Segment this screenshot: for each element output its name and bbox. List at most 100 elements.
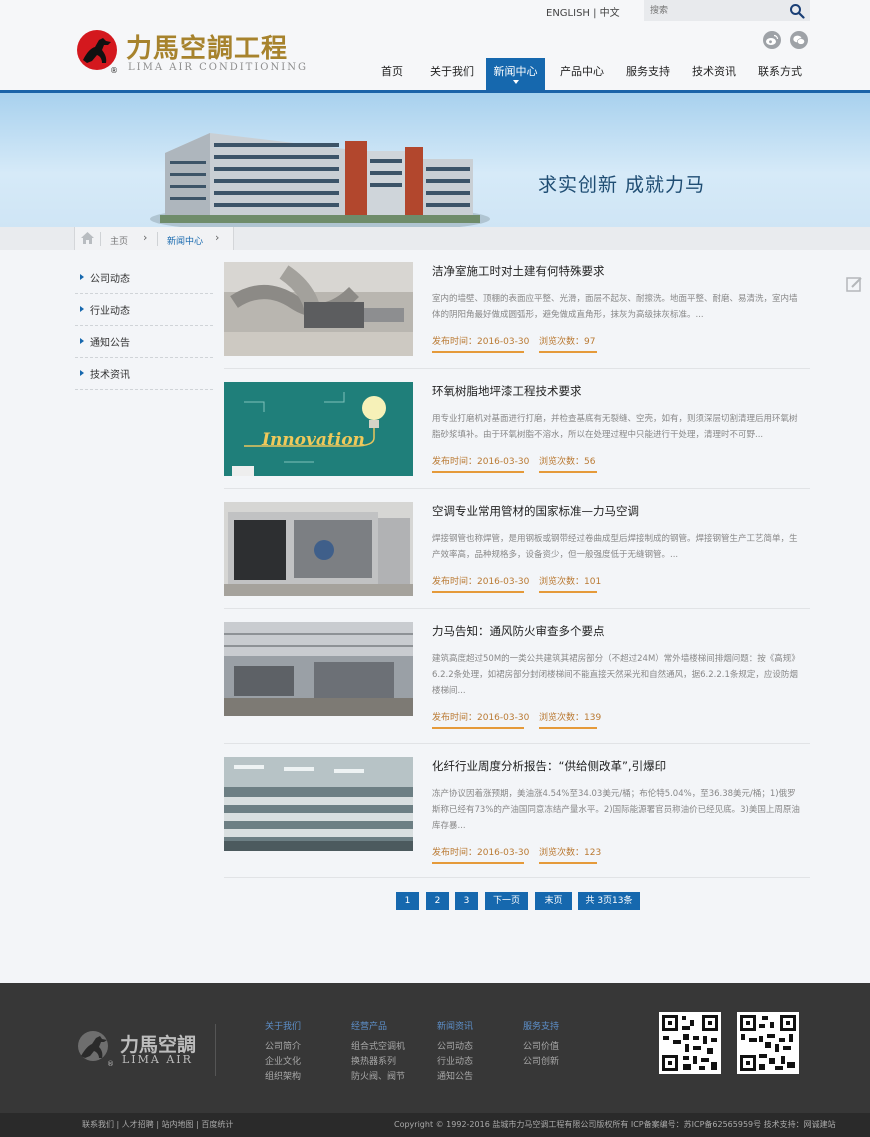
bottom-link-separator: | [153, 1120, 162, 1129]
bottom-link-stats[interactable]: 百度统计 [201, 1120, 233, 1129]
article-item: 力马告知：通风防火审查多个要点 建筑高度超过50M的一类公共建筑其裙房部分（不超… [224, 622, 810, 744]
footer-bottom-links: 联系我们 | 人才招聘 | 站内地图 | 百度统计 [82, 1119, 233, 1130]
article-date: 发布时间：2016-03-30 [432, 845, 529, 864]
sidebar-item-tech-info[interactable]: 技术资讯 [75, 358, 213, 390]
edit-icon[interactable] [846, 276, 863, 293]
article-excerpt: 冻产协议因着涨预期，美油涨4.54%至34.03美元/桶；布伦特5.04%，至3… [432, 789, 800, 831]
sidebar-item-notices[interactable]: 通知公告 [75, 326, 213, 358]
breadcrumb-arrow-icon: › [143, 231, 148, 244]
sidebar-item-label: 公司动态 [90, 274, 130, 285]
sidebar-item-company-news[interactable]: 公司动态 [75, 262, 213, 294]
breadcrumb-separator [157, 232, 158, 246]
article-title[interactable]: 力马告知：通风防火审查多个要点 [432, 623, 605, 639]
article-meta: 发布时间：2016-03-30 浏览次数：101 [432, 574, 601, 593]
article-thumbnail[interactable] [224, 757, 413, 851]
footer-heading-support[interactable]: 服务支持 [523, 1019, 559, 1032]
banner-building-image [150, 133, 490, 227]
lang-english-link[interactable]: ENGLISH [546, 8, 590, 19]
footer-link[interactable]: 组合式空调机 [351, 1039, 405, 1052]
footer-heading-news[interactable]: 新闻资讯 [437, 1019, 473, 1032]
footer-heading-about[interactable]: 关于我们 [265, 1019, 301, 1032]
footer-link[interactable]: 公司价值 [523, 1039, 559, 1052]
wechat-icon[interactable] [790, 31, 808, 49]
thumbnail-text: Innovation [261, 430, 365, 450]
article-title[interactable]: 环氧树脂地坪漆工程技术要求 [432, 383, 582, 399]
logo-registered-mark: ® [110, 66, 118, 75]
page-button-1[interactable]: 1 [396, 892, 419, 910]
footer-link[interactable]: 公司创新 [523, 1054, 559, 1067]
banner-slogan: 求实创新 成就力马 [538, 174, 706, 196]
qr-code-icon [737, 1012, 799, 1074]
logo-chinese-name[interactable]: 力馬空調工程 [126, 28, 288, 65]
sidebar-item-industry-news[interactable]: 行业动态 [75, 294, 213, 326]
footer-registered-mark: ® [107, 1060, 114, 1068]
last-page-button[interactable]: 末页 [535, 892, 572, 910]
footer-divider [215, 1024, 216, 1076]
lang-chinese-link[interactable]: 中文 [600, 8, 620, 19]
triangle-right-icon [80, 306, 84, 312]
article-excerpt: 建筑高度超过50M的一类公共建筑其裙房部分（不超过24M）常外墙楼梯间排烟问题：… [432, 654, 800, 696]
article-date: 发布时间：2016-03-30 [432, 454, 529, 473]
article-item: Innovation 环氧树脂地坪漆工程技术要求 用专业打磨机对基面进行打磨，并… [224, 382, 810, 489]
article-title[interactable]: 空调专业常用管材的国家标准—力马空调 [432, 503, 639, 519]
article-thumbnail[interactable] [224, 622, 413, 716]
search-icon[interactable] [789, 3, 805, 19]
nav-products[interactable]: 产品中心 [550, 58, 614, 90]
nav-support[interactable]: 服务支持 [618, 58, 678, 90]
article-meta: 发布时间：2016-03-30 浏览次数：139 [432, 710, 601, 729]
article-date: 发布时间：2016-03-30 [432, 574, 529, 593]
page-button-2[interactable]: 2 [426, 892, 449, 910]
search-box [644, 0, 810, 21]
footer-heading-products[interactable]: 经营产品 [351, 1019, 387, 1032]
breadcrumb [74, 227, 234, 250]
article-thumbnail[interactable] [224, 502, 413, 596]
footer-logo-horse-icon[interactable] [77, 1030, 113, 1062]
footer-link[interactable]: 行业动态 [437, 1054, 473, 1067]
nav-home[interactable]: 首页 [368, 58, 416, 90]
article-item: 空调专业常用管材的国家标准—力马空调 焊接钢管也称焊管，是用钢板或钢带经过卷曲成… [224, 502, 810, 609]
footer-link[interactable]: 通知公告 [437, 1069, 473, 1082]
article-excerpt: 用专业打磨机对基面进行打磨，并检查基底有无裂缝、空壳，如有，则须深层切割清理后用… [432, 414, 798, 440]
article-thumbnail[interactable] [224, 262, 413, 356]
article-item: 化纤行业周度分析报告：“供给侧改革”,引爆印 冻产协议因着涨预期，美油涨4.54… [224, 757, 810, 878]
triangle-right-icon [80, 274, 84, 280]
bottom-link-jobs[interactable]: 人才招聘 [122, 1120, 154, 1129]
article-meta: 发布时间：2016-03-30 浏览次数：123 [432, 845, 601, 864]
home-icon[interactable] [81, 232, 94, 244]
breadcrumb-current: 新闻中心 [167, 237, 204, 247]
article-thumbnail[interactable]: Innovation [224, 382, 413, 476]
footer-link[interactable]: 换热器系列 [351, 1054, 396, 1067]
article-title[interactable]: 化纤行业周度分析报告：“供给侧改革”,引爆印 [432, 758, 666, 774]
article-item: 洁净室施工时对土建有何特殊要求 室内的墙壁、顶棚的表面应平整、光滑，面层不起灰、… [224, 262, 810, 369]
qr-code-icon [659, 1012, 721, 1074]
nav-tech[interactable]: 技术资讯 [684, 58, 744, 90]
bottom-link-contact[interactable]: 联系我们 [82, 1120, 114, 1129]
logo-english-name: LIMA AIR CONDITIONING [128, 62, 308, 73]
article-views: 浏览次数：56 [539, 454, 597, 473]
nav-contact[interactable]: 联系方式 [750, 58, 810, 90]
search-input[interactable] [650, 3, 780, 18]
nav-about[interactable]: 关于我们 [420, 58, 484, 90]
footer-link[interactable]: 公司简介 [265, 1039, 301, 1052]
article-date: 发布时间：2016-03-30 [432, 710, 529, 729]
article-excerpt: 室内的墙壁、顶棚的表面应平整、光滑，面层不起灰、耐擦洗。地面平整、耐磨、易清洗，… [432, 294, 798, 320]
article-title[interactable]: 洁净室施工时对土建有何特殊要求 [432, 263, 605, 279]
language-switcher: ENGLISH | 中文 [546, 4, 620, 19]
logo-horse-icon[interactable] [77, 30, 117, 70]
nav-news[interactable]: 新闻中心 [486, 58, 545, 90]
next-page-button[interactable]: 下一页 [485, 892, 528, 910]
weibo-icon[interactable] [763, 31, 781, 49]
article-views: 浏览次数：123 [539, 845, 601, 864]
footer-link[interactable]: 组织架构 [265, 1069, 301, 1082]
footer-link[interactable]: 企业文化 [265, 1054, 301, 1067]
bottom-link-sitemap[interactable]: 站内地图 [162, 1120, 194, 1129]
bottom-link-separator: | [114, 1120, 122, 1129]
footer-link[interactable]: 公司动态 [437, 1039, 473, 1052]
article-meta: 发布时间：2016-03-30 浏览次数：97 [432, 334, 597, 353]
footer-link[interactable]: 防火阀、阀节 [351, 1069, 405, 1082]
page-button-3[interactable]: 3 [455, 892, 478, 910]
sidebar-item-label: 通知公告 [90, 338, 130, 349]
breadcrumb-home-link[interactable]: 主页 [110, 234, 128, 247]
article-views: 浏览次数：101 [539, 574, 601, 593]
lang-separator: | [589, 8, 600, 19]
